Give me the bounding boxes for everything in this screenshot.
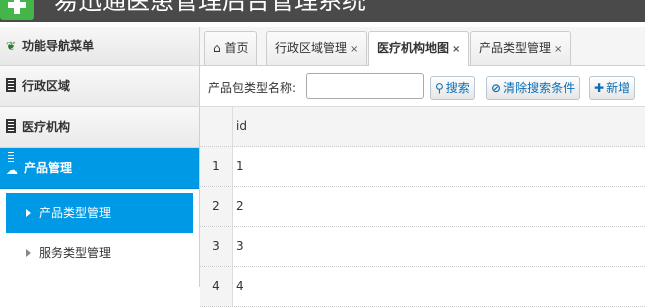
sidebar-item-medical-institution[interactable]: 医疗机构	[0, 107, 199, 148]
cloud-download-icon: ☁	[6, 150, 22, 177]
column-header-id[interactable]: id	[236, 107, 247, 146]
building-icon	[6, 119, 16, 133]
data-grid: id 1 1 2 2 3 3 4 4	[200, 107, 645, 307]
tab-label: 行政区域管理	[275, 41, 348, 55]
id-cell: 3	[236, 239, 244, 253]
tab-label: 首页	[224, 41, 249, 55]
clear-button-label: 清除搜索条件	[503, 81, 576, 95]
close-icon[interactable]: ×	[350, 44, 358, 55]
sidebar-header-label: 功能导航菜单	[22, 39, 95, 53]
close-icon[interactable]: ×	[452, 44, 460, 55]
search-toolbar: 产品包类型名称: ⚲ 搜索 ⊘ 清除搜索条件 ✚ 新增	[200, 66, 645, 107]
submenu-item-label: 产品类型管理	[39, 206, 112, 220]
plus-icon: ✚	[594, 81, 605, 95]
sidebar-header: ❦ 功能导航菜单	[0, 27, 199, 66]
building-icon	[6, 78, 16, 92]
search-input[interactable]	[306, 73, 424, 99]
tab-home[interactable]: ⌂ 首页	[204, 31, 258, 65]
row-number-header	[200, 107, 233, 146]
tab-admin-region[interactable]: 行政区域管理 ×	[266, 31, 368, 65]
tab-medical-map[interactable]: 医疗机构地图 ×	[368, 31, 470, 66]
submenu-item-product-type[interactable]: 产品类型管理	[6, 193, 193, 233]
search-icon: ⚲	[435, 81, 444, 95]
sidebar-item-admin-region[interactable]: 行政区域	[0, 66, 199, 107]
table-header-row: id	[200, 107, 645, 147]
sidebar-item-label: 医疗机构	[22, 120, 71, 134]
submenu-item-label: 服务类型管理	[39, 246, 112, 260]
app-title: 易迅通医患管理后台管理系统	[54, 0, 366, 15]
search-button[interactable]: ⚲ 搜索	[430, 76, 475, 100]
clear-search-button[interactable]: ⊘ 清除搜索条件	[486, 76, 581, 100]
row-number: 1	[200, 147, 233, 186]
sidebar-item-product-management[interactable]: ☁ 产品管理	[0, 148, 199, 189]
submenu: 产品类型管理 服务类型管理	[0, 189, 199, 273]
caret-right-icon	[26, 249, 31, 257]
id-cell: 1	[236, 159, 244, 173]
search-label: 产品包类型名称:	[208, 81, 297, 95]
top-banner: 易迅通医患管理后台管理系统	[0, 0, 645, 22]
medical-cross-logo	[0, 0, 34, 20]
table-row[interactable]: 3 3	[200, 227, 645, 267]
table-row[interactable]: 2 2	[200, 187, 645, 227]
row-number: 3	[200, 227, 233, 266]
table-row[interactable]: 1 1	[200, 147, 645, 187]
home-icon: ⌂	[213, 41, 221, 55]
ban-icon: ⊘	[491, 81, 502, 95]
close-icon[interactable]: ×	[554, 44, 562, 55]
add-button-label: 新增	[606, 81, 631, 95]
tab-label: 医疗机构地图	[377, 41, 450, 55]
sidebar: ❦ 功能导航菜单 行政区域 医疗机构 ☁ 产品管理 产品类型管理 服务类型管理	[0, 27, 200, 287]
sidebar-item-label: 产品管理	[24, 161, 73, 175]
add-button[interactable]: ✚ 新增	[589, 76, 636, 100]
tab-product-type[interactable]: 产品类型管理 ×	[470, 31, 572, 65]
submenu-item-service-type[interactable]: 服务类型管理	[6, 233, 193, 273]
search-button-label: 搜索	[445, 81, 470, 95]
sidebar-item-label: 行政区域	[22, 79, 71, 93]
table-row[interactable]: 4 4	[200, 267, 645, 307]
row-number: 2	[200, 187, 233, 226]
caret-right-icon	[26, 209, 31, 217]
leaf-icon: ❦	[6, 39, 17, 53]
tab-label: 产品类型管理	[479, 41, 552, 55]
tab-bar: ⌂ 首页 行政区域管理 × 医疗机构地图 × 产品类型管理 ×	[200, 27, 645, 66]
id-cell: 2	[236, 199, 244, 213]
